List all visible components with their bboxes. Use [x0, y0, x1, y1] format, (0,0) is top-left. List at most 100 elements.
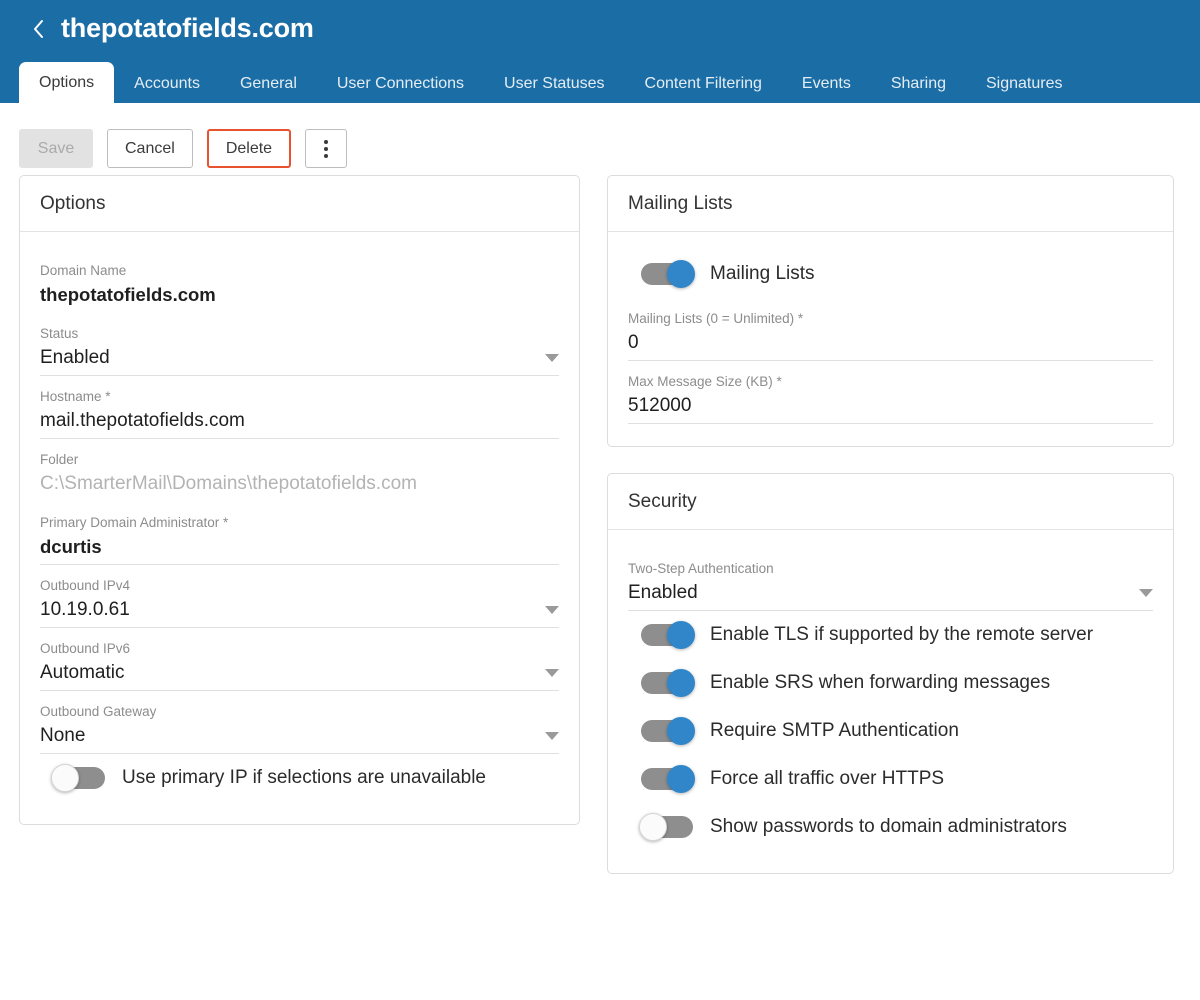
toggle-label: Require SMTP Authentication	[710, 720, 959, 742]
field-value: dcurtis	[40, 534, 102, 559]
tab-sharing[interactable]: Sharing	[871, 65, 966, 103]
page-title: thepotatofields.com	[61, 13, 314, 44]
tab-events[interactable]: Events	[782, 65, 871, 103]
options-card-body: Domain Name thepotatofields.com Status Enab…	[20, 232, 579, 824]
field-value: mail.thepotatofields.com	[40, 408, 245, 433]
delete-button[interactable]: Delete	[207, 129, 291, 168]
input-max-message-size-kb[interactable]: 512000	[628, 393, 1153, 424]
toggle-row-use-primary-ip-if-selections-are-unavailable: Use primary IP if selections are unavail…	[40, 754, 559, 802]
toggle-row-force-all-traffic-over-https: Force all traffic over HTTPS	[628, 755, 1153, 803]
field-label: Two-Step Authentication	[628, 561, 1153, 577]
kebab-dot	[324, 147, 328, 151]
chevron-down-icon[interactable]	[545, 732, 559, 740]
field-value: C:\SmarterMail\Domains\thepotatofields.c…	[40, 471, 417, 496]
toggle-label: Use primary IP if selections are unavail…	[122, 767, 486, 789]
header-title-row: thepotatofields.com	[0, 0, 1200, 48]
chevron-down-icon[interactable]	[545, 669, 559, 677]
field-label: Folder	[40, 452, 559, 468]
toggle-row-enable-tls-if-supported-by-the-remote-server: Enable TLS if supported by the remote se…	[628, 611, 1153, 659]
field-primary-domain-administrator: Primary Domain Administrator * dcurtis	[40, 502, 559, 565]
kebab-menu-icon[interactable]	[305, 129, 347, 168]
field-two-step-authentication: Two-Step Authentication Enabled	[628, 548, 1153, 611]
toggle-knob	[667, 260, 695, 288]
input-hostname[interactable]: mail.thepotatofields.com	[40, 408, 559, 439]
tab-content-filtering[interactable]: Content Filtering	[625, 65, 782, 103]
field-label: Mailing Lists (0 = Unlimited) *	[628, 311, 1153, 327]
field-value: 512000	[628, 393, 691, 418]
toggle-enable-tls-if-supported-by-the-remote-server[interactable]	[641, 624, 693, 646]
toggle-label: Enable SRS when forwarding messages	[710, 672, 1050, 694]
mailing-lists-card-title: Mailing Lists	[608, 176, 1173, 232]
toggle-knob	[51, 764, 79, 792]
mailing-lists-card: Mailing Lists Mailing ListsMailing Lists…	[607, 175, 1174, 447]
toggle-knob	[667, 717, 695, 745]
toggle-enable-srs-when-forwarding-messages[interactable]	[641, 672, 693, 694]
chevron-down-icon[interactable]	[545, 354, 559, 362]
select-outbound-ipv4[interactable]: 10.19.0.61	[40, 597, 559, 628]
chevron-down-icon[interactable]	[545, 606, 559, 614]
tab-signatures[interactable]: Signatures	[966, 65, 1083, 103]
cancel-button[interactable]: Cancel	[107, 129, 193, 168]
save-button[interactable]: Save	[19, 129, 93, 168]
toggle-require-smtp-authentication[interactable]	[641, 720, 693, 742]
kebab-dot	[324, 154, 328, 158]
field-label: Domain Name	[40, 263, 559, 279]
left-column: Options Domain Name thepotatofields.com St…	[19, 175, 580, 900]
toggle-knob	[667, 669, 695, 697]
toggle-row-mailing-lists: Mailing Lists	[628, 250, 1153, 298]
toggle-knob	[667, 621, 695, 649]
select-status[interactable]: Enabled	[40, 345, 559, 376]
toggle-knob	[667, 765, 695, 793]
tab-user-connections[interactable]: User Connections	[317, 65, 484, 103]
field-value: Automatic	[40, 660, 124, 685]
right-column: Mailing Lists Mailing ListsMailing Lists…	[607, 175, 1174, 900]
options-card-title: Options	[20, 176, 579, 232]
app-header: thepotatofields.com OptionsAccountsGener…	[0, 0, 1200, 103]
tab-accounts[interactable]: Accounts	[114, 65, 220, 103]
field-label: Outbound IPv4	[40, 578, 559, 594]
field-label: Status	[40, 326, 559, 342]
field-outbound-gateway: Outbound Gateway None	[40, 691, 559, 754]
tab-general[interactable]: General	[220, 65, 317, 103]
field-label: Primary Domain Administrator *	[40, 515, 559, 531]
field-hostname: Hostname * mail.thepotatofields.com	[40, 376, 559, 439]
field-value: Enabled	[628, 580, 698, 605]
chevron-down-icon[interactable]	[1139, 589, 1153, 597]
select-outbound-ipv6[interactable]: Automatic	[40, 660, 559, 691]
field-folder: Folder C:\SmarterMail\Domains\thepotatofi…	[40, 439, 559, 502]
security-card: Security Two-Step Authentication Enabled E…	[607, 473, 1174, 874]
field-max-message-size-kb: Max Message Size (KB) *512000	[628, 361, 1153, 424]
field-value: 10.19.0.61	[40, 597, 130, 622]
action-toolbar: Save Cancel Delete	[0, 103, 1200, 175]
tab-bar: OptionsAccountsGeneralUser ConnectionsUs…	[0, 58, 1083, 103]
field-label: Outbound Gateway	[40, 704, 559, 720]
select-outbound-gateway[interactable]: None	[40, 723, 559, 754]
chevron-left-icon[interactable]	[30, 14, 48, 44]
toggle-row-show-passwords-to-domain-administrators: Show passwords to domain administrators	[628, 803, 1153, 851]
tab-user-statuses[interactable]: User Statuses	[484, 65, 624, 103]
toggle-mailing-lists[interactable]	[641, 263, 693, 285]
field-outbound-ipv4: Outbound IPv4 10.19.0.61	[40, 565, 559, 628]
toggle-use-primary-ip-if-selections-are-unavailable[interactable]	[53, 767, 105, 789]
field-value: Enabled	[40, 345, 110, 370]
tab-options[interactable]: Options	[19, 62, 114, 103]
content-columns: Options Domain Name thepotatofields.com St…	[0, 175, 1200, 900]
field-status: Status Enabled	[40, 313, 559, 376]
field-value: thepotatofields.com	[40, 282, 216, 307]
field-label: Hostname *	[40, 389, 559, 405]
mailing-lists-card-body: Mailing ListsMailing Lists (0 = Unlimite…	[608, 232, 1173, 446]
options-card: Options Domain Name thepotatofields.com St…	[19, 175, 580, 825]
field-outbound-ipv6: Outbound IPv6Automatic	[40, 628, 559, 691]
toggle-label: Show passwords to domain administrators	[710, 816, 1067, 838]
toggle-force-all-traffic-over-https[interactable]	[641, 768, 693, 790]
toggle-row-require-smtp-authentication: Require SMTP Authentication	[628, 707, 1153, 755]
security-card-title: Security	[608, 474, 1173, 530]
input-domain-name[interactable]: thepotatofields.com	[40, 282, 559, 313]
input-primary-domain-administrator[interactable]: dcurtis	[40, 534, 559, 565]
toggle-show-passwords-to-domain-administrators[interactable]	[641, 816, 693, 838]
select-two-step-authentication[interactable]: Enabled	[628, 580, 1153, 611]
toggle-label: Force all traffic over HTTPS	[710, 768, 944, 790]
input-mailing-lists-0-unlimited[interactable]: 0	[628, 330, 1153, 361]
field-mailing-lists-0-unlimited: Mailing Lists (0 = Unlimited) * 0	[628, 298, 1153, 361]
toggle-knob	[639, 813, 667, 841]
